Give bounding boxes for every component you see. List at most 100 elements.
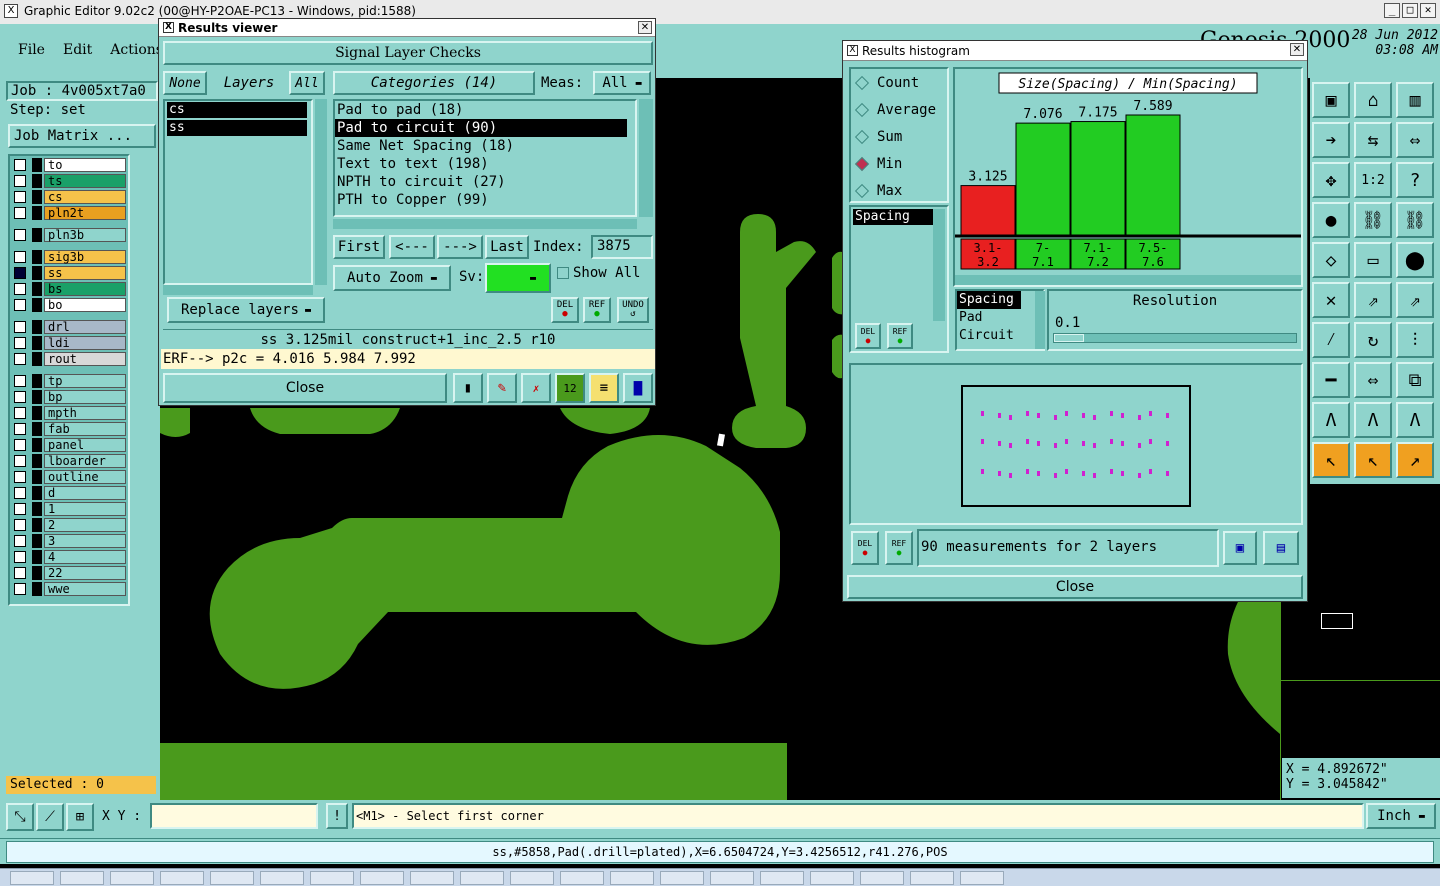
edit-icon[interactable]: ✎ [487, 373, 517, 403]
next-button[interactable]: ---> [437, 235, 483, 259]
layer-checkbox[interactable] [14, 406, 26, 419]
layer-row[interactable]: 1 [10, 501, 126, 516]
res-list-item[interactable]: Spacing [957, 291, 1021, 309]
taskbar-item[interactable] [710, 871, 754, 885]
grid-icon[interactable]: ⊞ [66, 803, 94, 831]
taskbar-item[interactable] [410, 871, 454, 885]
layer-row[interactable]: to [10, 157, 126, 172]
category-hscrollbar[interactable] [333, 219, 637, 229]
layer-row[interactable]: drl [10, 319, 126, 334]
category-item[interactable]: Pad to pad (18) [335, 101, 627, 119]
zoom-fit-icon[interactable]: ▤ [1263, 531, 1299, 565]
layer-row[interactable]: wwe [10, 581, 126, 596]
field-scrollbar[interactable] [933, 209, 945, 321]
layer-row[interactable]: bs [10, 281, 126, 296]
chart-hscrollbar[interactable] [955, 275, 1301, 285]
taskbar-item[interactable] [810, 871, 854, 885]
window-icon[interactable]: ▥ [1396, 82, 1434, 118]
layer-checkbox[interactable] [14, 282, 26, 295]
histogram-bar[interactable] [960, 185, 1016, 236]
arrow-icon[interactable]: ⇗ [1354, 282, 1392, 318]
taskbar-item[interactable] [160, 871, 204, 885]
category-scrollbar[interactable] [639, 99, 653, 217]
mode-radio-count[interactable]: Count [851, 69, 947, 96]
auto-zoom-button[interactable]: Auto Zoom ▬ [333, 265, 451, 291]
layer-row[interactable]: ldi [10, 335, 126, 350]
peak-icon[interactable]: Λ [1396, 402, 1434, 438]
layer-row[interactable]: mpth [10, 405, 126, 420]
arrow-icon[interactable]: ⇗ [1396, 282, 1434, 318]
report-icon[interactable]: ≡ [589, 373, 619, 403]
layer-checkbox[interactable] [14, 174, 26, 187]
taskbar-item[interactable] [760, 871, 804, 885]
layer-checkbox[interactable] [14, 320, 26, 333]
taskbar-item[interactable] [10, 871, 54, 885]
rotate-icon[interactable]: ↻ [1354, 322, 1392, 358]
mode-radio-max[interactable]: Max [851, 177, 947, 204]
layer-row[interactable]: pln3b [10, 227, 126, 242]
layer-row[interactable]: bp [10, 389, 126, 404]
category-item[interactable]: Pad to circuit (90) [335, 119, 627, 137]
layer-row[interactable]: 2 [10, 517, 126, 532]
ref-cancel-icon[interactable]: ✗ [521, 373, 551, 403]
taskbar-item[interactable] [960, 871, 1004, 885]
pointer-icon[interactable]: ↖ [1354, 442, 1392, 478]
histogram-icon[interactable]: ▇ [623, 373, 653, 403]
layer-row[interactable]: tp [10, 373, 126, 388]
split-icon[interactable]: ⫶ [1396, 322, 1434, 358]
layer-row[interactable]: pln2t [10, 205, 126, 220]
shape-icon[interactable]: ◇ [1312, 242, 1350, 278]
close-icon[interactable]: ✕ [638, 21, 652, 34]
link-icon[interactable]: ⛓ [1396, 202, 1434, 238]
units-select[interactable]: Inch ▬ [1366, 803, 1436, 829]
layer-row[interactable]: rout [10, 351, 126, 366]
resolution-thumb[interactable] [1054, 334, 1084, 342]
preview-ref-button[interactable]: REF ● [885, 531, 913, 565]
ref-button[interactable]: REF ● [583, 297, 611, 323]
resize-icon[interactable]: ⇔ [1354, 362, 1392, 398]
layer-checkbox[interactable] [14, 158, 26, 171]
hist-ref-button[interactable]: REF ● [887, 323, 913, 349]
peak-icon[interactable]: Λ [1312, 402, 1350, 438]
layer-checkbox[interactable] [14, 550, 26, 563]
resolution-list-scrollbar[interactable] [1035, 291, 1045, 349]
hline-icon[interactable]: ━ [1312, 362, 1350, 398]
layer-checkbox[interactable] [14, 534, 26, 547]
layer-row[interactable]: lboarder [10, 453, 126, 468]
layer-checkbox[interactable] [14, 228, 26, 241]
mode-radio-sum[interactable]: Sum [851, 123, 947, 150]
results-close-button[interactable]: Close [163, 373, 447, 403]
categories-button[interactable]: Categories (14) [333, 71, 535, 95]
menu-edit[interactable]: Edit [63, 42, 92, 58]
close-icon[interactable]: ✕ [1420, 3, 1436, 18]
probe-icon[interactable]: ● [1312, 202, 1350, 238]
resolution-slider[interactable] [1053, 333, 1297, 343]
layer-row[interactable]: panel [10, 437, 126, 452]
save-icon[interactable]: ▣ [1312, 82, 1350, 118]
help-icon[interactable]: ? [1396, 162, 1434, 198]
histogram-close-button[interactable]: Close [847, 575, 1303, 599]
layer-checkbox[interactable] [14, 454, 26, 467]
layer-hscrollbar[interactable] [163, 285, 313, 295]
res-list-item[interactable]: Pad [957, 309, 1021, 327]
layer-checkbox[interactable] [14, 566, 26, 579]
layer-select-list[interactable]: cs ss [163, 99, 313, 285]
layer-checkbox[interactable] [14, 352, 26, 365]
layer-row[interactable]: cs [10, 189, 126, 204]
pan-icon[interactable]: ✥ [1312, 162, 1350, 198]
minimize-icon[interactable]: _ [1384, 3, 1400, 18]
pointer-icon[interactable]: ↖ [1312, 442, 1350, 478]
layer-row[interactable]: ts [10, 173, 126, 188]
link-icon[interactable]: ⛓ [1354, 202, 1392, 238]
taskbar-item[interactable] [460, 871, 504, 885]
taskbar-item[interactable] [610, 871, 654, 885]
layer-scrollbar[interactable] [315, 99, 327, 285]
job-matrix-button[interactable]: Job Matrix ... [8, 124, 156, 148]
layer-checkbox[interactable] [14, 390, 26, 403]
prev-button[interactable]: <--- [389, 235, 435, 259]
layer-row[interactable]: sig3b [10, 249, 126, 264]
taskbar-item[interactable] [910, 871, 954, 885]
line-icon[interactable]: ⁄ [1312, 322, 1350, 358]
layer-checkbox[interactable] [14, 266, 26, 279]
mode-radio-average[interactable]: Average [851, 96, 947, 123]
